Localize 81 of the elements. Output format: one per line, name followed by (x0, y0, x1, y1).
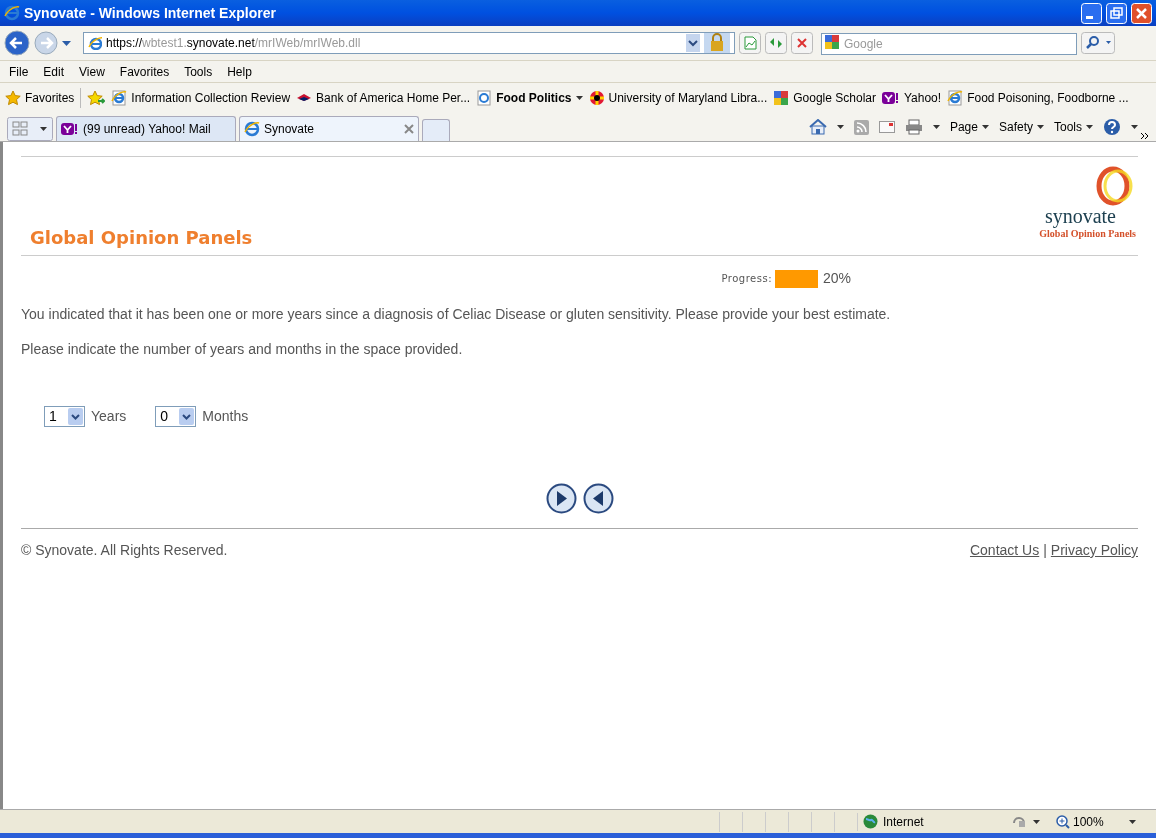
caret-icon (836, 125, 844, 129)
dropdown-icon (68, 408, 83, 425)
url-text: https://wbtest1.synovate.net/mrIWeb/mrIWeb.dll (106, 35, 362, 52)
search-icon[interactable] (1081, 32, 1115, 54)
browser-tab[interactable]: (99 unread) Yahoo! Mail (56, 116, 236, 141)
caret-icon (932, 125, 940, 129)
page-icon (111, 89, 128, 106)
mail-icon[interactable] (878, 121, 895, 133)
caret-icon (575, 95, 583, 100)
dropdown-field[interactable]: 1 (44, 406, 85, 427)
caret-icon (1131, 125, 1138, 129)
window-title: Synovate - Windows Internet Explorer (24, 3, 277, 23)
address-field[interactable]: https://wbtest1.synovate.net/mrIWeb/mrIWeb.dll (83, 32, 735, 54)
chevron-icon[interactable] (1141, 133, 1149, 141)
security-zone: Internet (857, 812, 1012, 831)
favorite-link[interactable]: University of Maryland Libra... (588, 88, 768, 107)
yahoo-icon (61, 122, 79, 136)
menu-item[interactable]: Tools (184, 62, 213, 81)
caret-icon (1129, 819, 1136, 824)
dropdown-field[interactable]: 0 (155, 406, 197, 427)
caret-icon (1037, 125, 1044, 129)
favorite-link[interactable]: Yahoo! (882, 88, 942, 107)
zoom-icon (1056, 814, 1070, 829)
favorite-link[interactable]: Food Politics (476, 88, 583, 107)
caret-icon (1086, 125, 1093, 129)
help-icon[interactable] (1103, 118, 1121, 136)
page-icon (88, 36, 102, 50)
favorite-link[interactable]: Google Scholar (773, 88, 876, 107)
command-menu[interactable]: Tools (1054, 118, 1093, 136)
menu-item[interactable]: File (9, 62, 29, 81)
browser-logo-icon (244, 121, 260, 137)
caret-icon (981, 125, 989, 129)
minimize-icon[interactable] (1081, 2, 1102, 24)
star-icon (5, 89, 21, 106)
site-title: Global Opinion Panels (29, 226, 253, 250)
page-icon (947, 89, 964, 106)
menu-item[interactable]: Favorites (119, 62, 170, 81)
logo-wordmark: synovate (1044, 206, 1116, 226)
compatibility-icon[interactable] (739, 32, 761, 54)
footer-link[interactable]: Privacy Policy (1050, 540, 1138, 561)
restore-icon[interactable] (1106, 2, 1127, 24)
progress-reading: 20% (823, 269, 853, 288)
home-icon[interactable] (808, 119, 827, 135)
zoom-button[interactable]: 100% (1056, 812, 1136, 831)
page-icon (476, 89, 493, 106)
globe-icon (863, 814, 878, 829)
command-menu[interactable]: Page (949, 118, 989, 136)
menu-item[interactable]: Help (227, 62, 252, 81)
favorite-link[interactable]: Bank of America Home Per... (296, 88, 471, 107)
favorite-link[interactable]: Food Poisoning, Foodborne ... (947, 88, 1129, 107)
progress-label: Progress: (721, 272, 772, 286)
add-favorite-icon[interactable] (87, 89, 106, 106)
browser-logo-icon (4, 5, 20, 21)
copyright-text: © Synovate. All Rights Reserved. (21, 541, 228, 560)
crest-icon (588, 89, 605, 106)
protected-mode-icon[interactable] (1012, 814, 1042, 829)
logo-tagline: Global Opinion Panels (1039, 228, 1136, 241)
back-icon[interactable] (4, 30, 30, 56)
google-icon (824, 34, 840, 50)
menu-item[interactable]: View (79, 62, 105, 81)
browser-tab[interactable]: Synovate (239, 116, 419, 141)
search-field[interactable]: Google (821, 33, 1077, 55)
yahoo-icon (882, 90, 900, 105)
print-icon[interactable] (904, 119, 923, 135)
favorite-link[interactable]: Information Collection Review (111, 88, 291, 107)
caret-icon[interactable] (62, 40, 71, 46)
dropdown-icon (179, 408, 195, 425)
link-separator: | (1043, 541, 1047, 560)
favorites-button[interactable]: Favorites (5, 88, 75, 107)
footer-link[interactable]: Contact Us (969, 540, 1040, 561)
command-menu[interactable]: Safety (998, 118, 1044, 136)
field-label: Years (91, 407, 127, 426)
dropdown-icon[interactable] (686, 34, 700, 52)
stop-icon[interactable] (791, 32, 813, 54)
close-icon[interactable] (404, 124, 414, 134)
field-label: Months (202, 407, 249, 426)
question-text: Please indicate the number of years and months in the space provided. (21, 340, 464, 359)
menu-item[interactable]: Edit (43, 62, 65, 81)
refresh-icon[interactable] (765, 32, 787, 54)
question-text: You indicated that it has been one or more years since a diagnosis of Celiac Disease or gluten sensitivity. Please provide your best estimate. (21, 305, 892, 324)
google-icon (773, 89, 790, 106)
